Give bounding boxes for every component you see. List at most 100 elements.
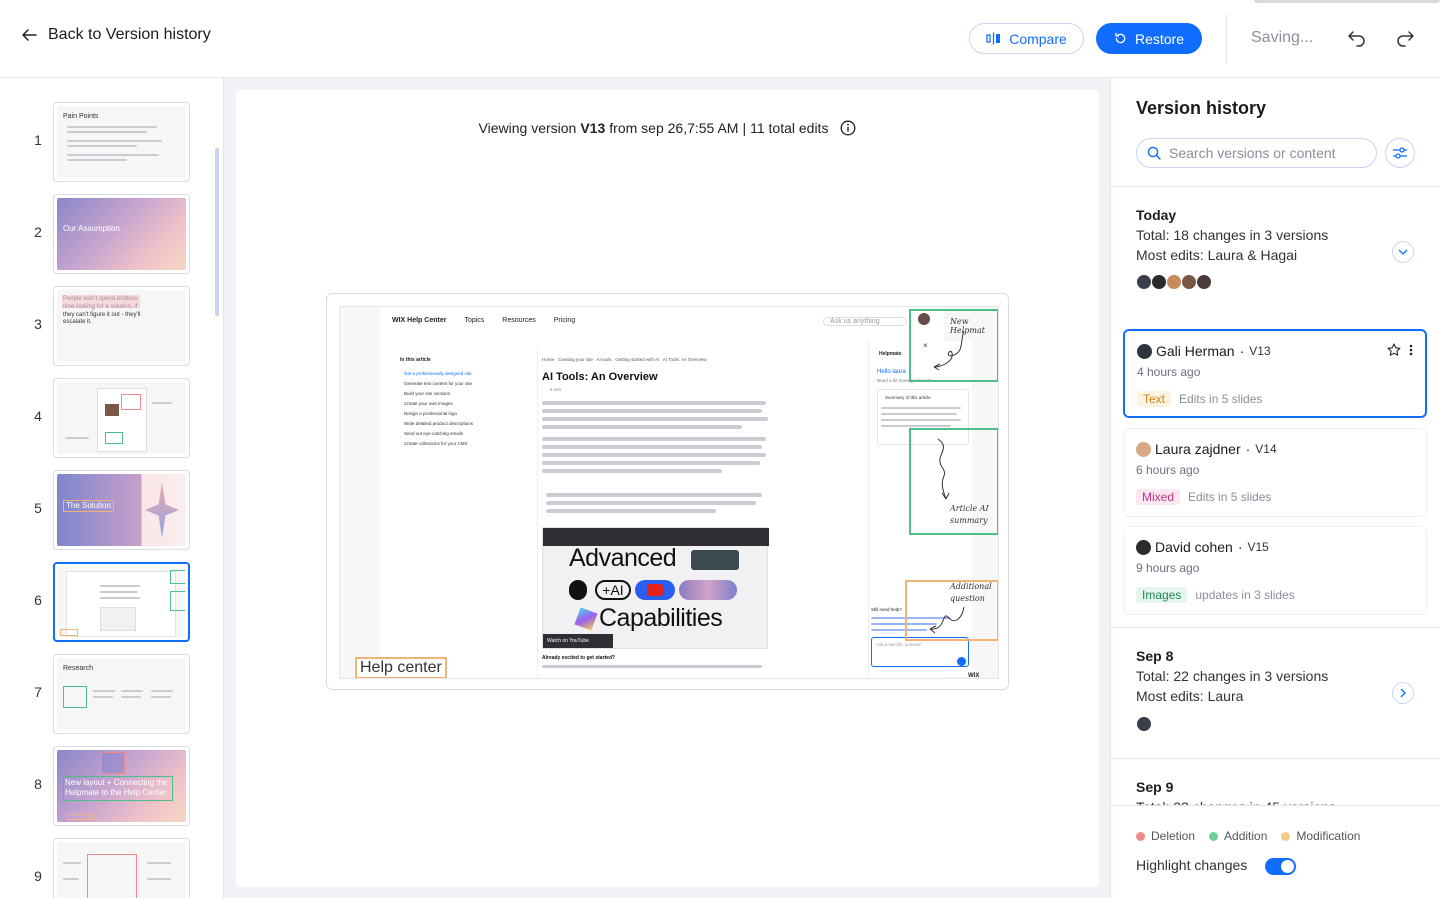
mockup-sidebar-heading: In this article — [400, 357, 431, 363]
restore-icon — [1115, 32, 1126, 44]
slide-thumbnail[interactable]: Our Assumption — [53, 194, 190, 274]
search-input[interactable]: Search versions or content — [1136, 138, 1377, 168]
change-type-badge: Text — [1137, 391, 1172, 407]
expand-group-button[interactable] — [1392, 682, 1414, 704]
helpmate-label: Helpmate — [879, 351, 902, 357]
slide-item-8[interactable]: 8 New layout + Connecting the Helpmate t… — [0, 746, 210, 826]
star-icon[interactable] — [1387, 343, 1401, 357]
slide-item-3[interactable]: 3 People won't spend endless time lookin… — [0, 286, 210, 366]
version-tags: Mixed Edits in 5 slides — [1136, 489, 1271, 505]
slides-scrollbar[interactable] — [215, 148, 219, 316]
slide-thumbnail[interactable]: New layout + Connecting the Helpmate to … — [53, 746, 190, 826]
arrow-annotation-icon — [937, 438, 950, 500]
filter-button[interactable] — [1385, 138, 1415, 168]
version-card[interactable]: Laura zajdner · V14 6 hours ago Mixed Ed… — [1123, 428, 1427, 517]
slide-item-2[interactable]: 2 Our Assumption — [0, 194, 210, 274]
deletion-dot — [1136, 831, 1145, 841]
redo-icon[interactable] — [1394, 27, 1416, 49]
slide-thumbnail[interactable]: People won't spend endless time looking … — [53, 286, 190, 366]
slide-number: 3 — [34, 316, 42, 332]
group-heading-sep-8: Sep 8 — [1136, 648, 1174, 664]
slide-number: 7 — [34, 684, 42, 700]
mockup-search: Ask us anything — [823, 317, 907, 326]
avatar — [1181, 274, 1197, 290]
legend-deletion: Deletion — [1151, 829, 1196, 843]
change-description: updates in 3 slides — [1195, 588, 1295, 602]
version-time: 6 hours ago — [1136, 463, 1200, 477]
top-bar: Back to Version history Compare Restore … — [0, 0, 1440, 78]
slide-item-1[interactable]: 1 Pain Points — [0, 102, 210, 182]
compare-button[interactable]: Compare — [969, 23, 1084, 54]
video-title-1: Advanced — [569, 544, 677, 572]
slide-preview[interactable]: WIX Help Center Topics Resources Pricing… — [326, 293, 1009, 690]
annotation-help-center: Help center — [355, 657, 447, 678]
legend-modification: Modification — [1296, 829, 1361, 843]
version-card-header: David cohen · V15 — [1136, 539, 1269, 555]
mockup-logo: WIX Help Center — [392, 317, 447, 324]
slide-item-6[interactable]: 6 — [0, 562, 210, 642]
slide-number: 2 — [34, 224, 42, 240]
slide-thumbnail[interactable] — [53, 378, 190, 458]
arrow-annotation-icon — [933, 330, 965, 371]
mockup-article-title: AI Tools: An Overview — [542, 371, 658, 383]
mockup-footer-logo: WIX — [968, 673, 980, 679]
mockup-nav: WIX Help Center Topics Resources Pricing… — [380, 317, 944, 326]
version-card[interactable]: David cohen · V15 9 hours ago Images upd… — [1123, 526, 1427, 615]
compare-label: Compare — [1009, 30, 1067, 47]
collapse-group-button[interactable] — [1392, 241, 1414, 263]
slide-number: 5 — [34, 500, 42, 516]
slide-number: 4 — [34, 408, 42, 424]
viewing-prefix: Viewing version — [478, 120, 577, 136]
mockup-breadcrumb: Home Creating your site AI tools Getting… — [542, 357, 707, 362]
slide-thumbnail[interactable]: Research — [53, 654, 190, 734]
restore-button[interactable]: Restore — [1096, 23, 1202, 54]
slide-title: New layout + Connecting the Helpmate to … — [63, 776, 173, 801]
avatar — [1166, 274, 1182, 290]
undo-icon[interactable] — [1346, 27, 1368, 49]
help-center-mockup: WIX Help Center Topics Resources Pricing… — [380, 307, 972, 678]
more-options-icon[interactable] — [1409, 343, 1413, 357]
mockup-nav-item: Topics — [464, 317, 485, 324]
slide-content: WIX Help Center Topics Resources Pricing… — [339, 306, 999, 679]
helpmate-summary: Summary of this article — [885, 395, 931, 400]
search-icon — [1147, 146, 1161, 160]
author-name: David cohen — [1155, 539, 1233, 555]
slide-item-5[interactable]: 5 The Solution — [0, 470, 210, 550]
mockup-video: Advanced +AI Capabilities Watch on YouTu… — [542, 527, 769, 649]
slide-item-4[interactable]: 4 — [0, 378, 210, 458]
back-to-version-history-link[interactable]: Back to Version history — [20, 26, 211, 44]
slide-thumbnail[interactable] — [53, 838, 190, 898]
info-icon[interactable] — [840, 120, 856, 136]
version-label: V13 — [1249, 344, 1271, 358]
helpmate-ask-input: Ask a specific question — [871, 637, 969, 667]
slide-item-9[interactable]: 9 — [0, 838, 210, 898]
avatar — [1136, 274, 1152, 290]
avatar — [1136, 441, 1151, 457]
change-type-badge: Images — [1136, 587, 1188, 603]
slide-number: 8 — [34, 776, 42, 792]
version-history-panel: Version history Search versions or conte… — [1110, 78, 1440, 898]
avatar — [1196, 274, 1212, 290]
version-card-header: Gali Herman · V13 — [1137, 343, 1271, 359]
helpmate-greeting: Hello laura — [877, 369, 906, 375]
version-card-selected[interactable]: Gali Herman · V13 4 hours ago Text Edits… — [1123, 329, 1427, 418]
slide-thumbnail[interactable]: The Solution — [53, 470, 190, 550]
mockup-nav-item: Resources — [502, 317, 536, 324]
version-label: V14 — [1255, 442, 1277, 456]
group-heading-today: Today — [1136, 207, 1177, 223]
video-title-2: Capabilities — [599, 604, 723, 632]
group-most-edits: Most edits: Laura & Hagai — [1136, 247, 1298, 263]
filter-icon — [1393, 147, 1407, 159]
version-time: 9 hours ago — [1136, 561, 1200, 575]
slide-thumbnail[interactable]: Pain Points — [53, 102, 190, 182]
legend-addition: Addition — [1224, 829, 1268, 843]
slide-title: Our Assumption — [63, 224, 120, 233]
slide-number: 6 — [34, 592, 42, 608]
slide-item-7[interactable]: 7 Research — [0, 654, 210, 734]
search-placeholder: Search versions or content — [1169, 145, 1336, 161]
video-watch-on: Watch on YouTube — [543, 634, 613, 648]
highlight-changes-toggle[interactable] — [1265, 858, 1296, 875]
slide-thumbnail-selected[interactable] — [53, 562, 190, 642]
version-label: V15 — [1247, 540, 1269, 554]
group-most-edits: Most edits: Laura — [1136, 688, 1244, 704]
